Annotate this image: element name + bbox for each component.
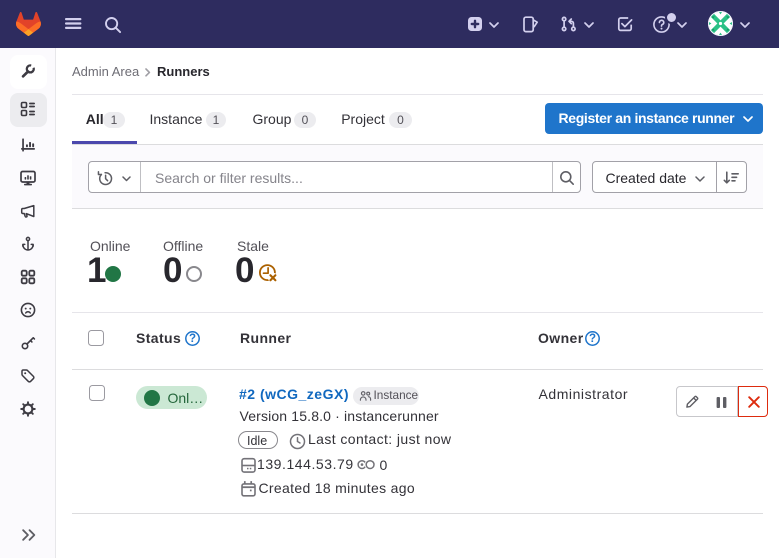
svg-text:?: ? — [589, 333, 596, 345]
svg-text:?: ? — [189, 333, 196, 345]
